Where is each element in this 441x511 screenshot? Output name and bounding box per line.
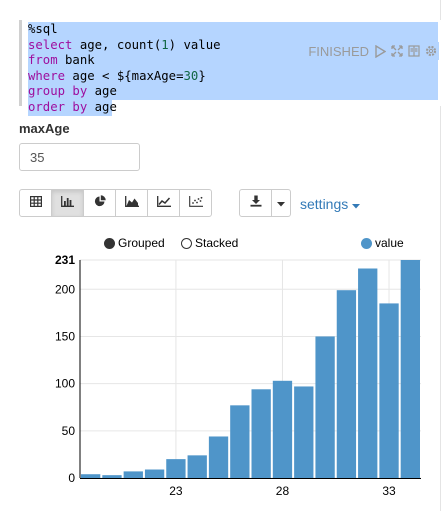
settings-label: settings (300, 196, 349, 212)
scatter-chart-button[interactable] (179, 189, 212, 217)
book-icon[interactable] (408, 45, 420, 57)
y-tick-label: 50 (62, 424, 76, 438)
chart-bar[interactable] (166, 459, 186, 478)
chart-bar[interactable] (123, 471, 143, 478)
caret-down-icon (277, 194, 285, 212)
download-button[interactable] (239, 189, 272, 217)
radio-selected-icon (104, 237, 115, 249)
x-tick-label: 33 (382, 484, 396, 498)
y-tick-label: 0 (68, 471, 75, 485)
chart-bar[interactable] (187, 455, 207, 478)
legend-series-label: value (375, 236, 404, 250)
radio-unselected-icon (181, 237, 192, 249)
line-chart-icon (156, 194, 171, 212)
legend-grouped-label: Grouped (118, 236, 165, 250)
code-editor[interactable]: %sql select age, count(1) value from ban… (19, 20, 441, 116)
code-text[interactable]: %sql select age, count(1) value from ban… (28, 22, 438, 116)
legend-series-value[interactable]: value (361, 236, 404, 250)
download-dropdown-button[interactable] (271, 189, 291, 217)
scatter-chart-icon (188, 194, 203, 212)
status-text: FINISHED (308, 43, 369, 59)
chart-bar[interactable] (379, 303, 399, 478)
pie-chart-button[interactable] (83, 189, 116, 217)
download-icon (250, 194, 262, 212)
play-icon[interactable] (374, 44, 386, 58)
area-chart-button[interactable] (115, 189, 148, 217)
bar-chart-button[interactable] (51, 189, 84, 217)
y-tick-label: 150 (55, 329, 75, 343)
gear-icon[interactable] (425, 45, 437, 57)
legend-grouped-option[interactable]: Grouped (104, 236, 165, 250)
chart-bar[interactable] (294, 386, 314, 478)
chart-bar[interactable] (400, 260, 420, 478)
area-chart-icon (124, 194, 139, 212)
paragraph-status: FINISHED (302, 42, 439, 60)
chart-bar[interactable] (251, 389, 271, 478)
code-line-2: select (28, 37, 73, 52)
chart-bar[interactable] (336, 290, 357, 478)
line-chart-button[interactable] (147, 189, 180, 217)
table-icon (29, 194, 42, 212)
chart-bar[interactable] (208, 436, 229, 478)
y-max-label: 231 (55, 253, 75, 267)
y-tick-label: 100 (55, 377, 75, 391)
settings-link[interactable]: settings (300, 196, 361, 212)
chart-type-buttons (19, 189, 212, 217)
maxage-input[interactable] (19, 143, 140, 171)
x-tick-label: 23 (169, 484, 183, 498)
chart-bar[interactable] (272, 380, 293, 478)
paragraph: %sql select age, count(1) value from ban… (0, 0, 441, 511)
settings-caret-icon (352, 196, 361, 212)
legend-stacked-label: Stacked (195, 236, 239, 250)
table-button[interactable] (19, 189, 52, 217)
x-tick-label: 28 (276, 484, 290, 498)
chart-bar[interactable] (230, 405, 250, 478)
download-buttons (239, 189, 291, 217)
pie-chart-icon (94, 194, 106, 212)
bar-chart-icon (61, 194, 74, 212)
bar-chart: 0 50 100 150 200 231 23 28 33 (55, 253, 421, 498)
code-line-1: %sql (28, 22, 58, 36)
expand-icon[interactable] (391, 45, 403, 57)
chart-bar[interactable] (315, 336, 335, 478)
y-tick-label: 200 (55, 282, 75, 296)
chart-bar[interactable] (81, 474, 101, 478)
chart-bar[interactable] (144, 469, 165, 478)
form-label: maxAge (19, 121, 70, 136)
chart-bar[interactable] (102, 475, 122, 478)
chart-bar[interactable] (358, 268, 378, 478)
series-dot-icon (361, 237, 372, 249)
legend-stacked-option[interactable]: Stacked (181, 236, 238, 250)
